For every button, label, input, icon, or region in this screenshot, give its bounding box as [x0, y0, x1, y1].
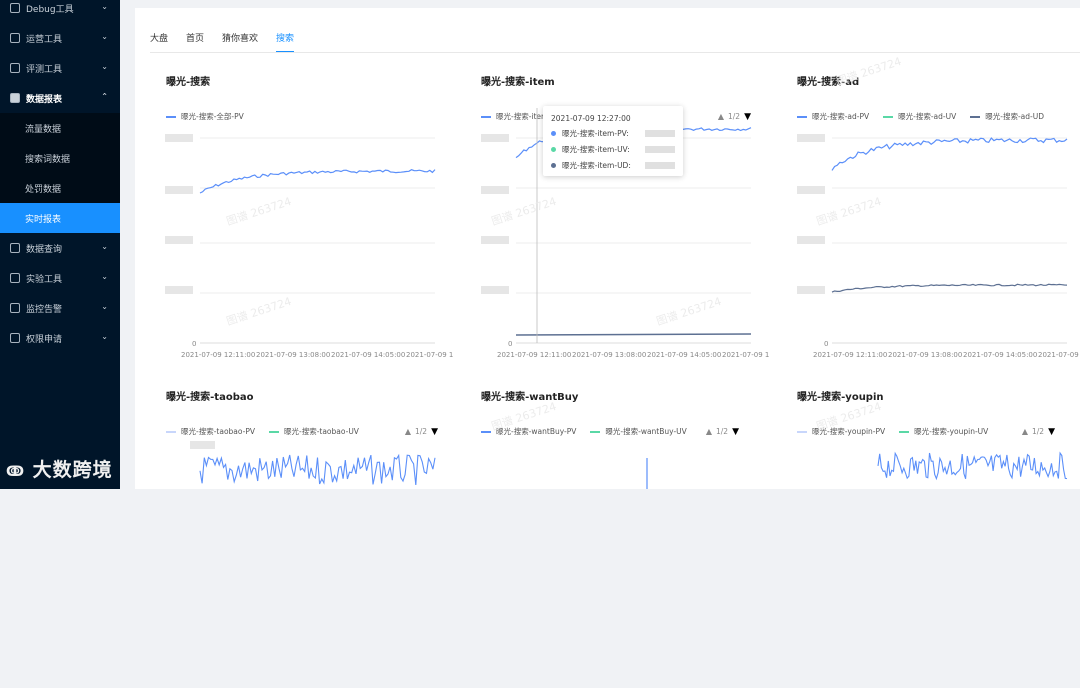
menu-permission-request[interactable]: 权限申请 ⌄ [0, 323, 120, 353]
tooltip-row: 曝光-搜索-item-PV: [551, 128, 675, 139]
submenu-penalty-data[interactable]: 处罚数据 [0, 173, 120, 203]
blurred-y-label [165, 134, 193, 142]
x-tick-label: 2021-07-09 12:11:00 [813, 351, 887, 359]
submenu-search-term-data[interactable]: 搜索词数据 [0, 143, 120, 173]
submenu-realtime-report[interactable]: 实时报表 [0, 203, 120, 233]
blurred-y-label [797, 286, 825, 294]
menu-ops-tools[interactable]: 运营工具 ⌄ [0, 23, 120, 53]
chevron-down-icon: ⌄ [101, 272, 108, 281]
submenu-label: 流量数据 [25, 124, 62, 135]
chevron-down-icon: ⌄ [101, 302, 108, 311]
blurred-y-label [165, 286, 193, 294]
x-tick-label: 2021-07-09 12:11:00 [181, 351, 255, 359]
blurred-y-label [190, 441, 215, 449]
chevron-down-icon: ⌄ [101, 32, 108, 41]
x-tick-label: 2021-07-09 13:08:00 [888, 351, 962, 359]
menu-label: 数据报表 [26, 94, 63, 105]
flask-icon [10, 273, 20, 283]
chevron-down-icon: ⌄ [101, 2, 108, 11]
query-icon [10, 243, 20, 253]
x-tick-label: 2021-07-09 1 [722, 351, 769, 359]
menu-label: 数据查询 [26, 244, 63, 255]
blurred-y-label [165, 236, 193, 244]
chevron-down-icon: ⌄ [101, 242, 108, 251]
blurred-y-label [165, 186, 193, 194]
menu-experiment-tools[interactable]: 实验工具 ⌄ [0, 263, 120, 293]
chevron-up-icon: ⌃ [101, 92, 108, 101]
chart-plots: 02021-07-09 12:11:00 2021-07-09 13:08:00 2… [165, 108, 1080, 489]
x-tick-label: 2021-07-09 1 [406, 351, 453, 359]
x-tick-label: 2021-07-09 14:05:00 [331, 351, 405, 359]
y-tick-zero: 0 [192, 340, 196, 348]
menu-debug-tools[interactable]: Debug工具 ⌄ [0, 0, 120, 23]
x-tick-label: 2021-07-09 12:11:00 [497, 351, 571, 359]
series-line-ad-ud [831, 283, 1068, 293]
tooltip-row: 曝光-搜索-item-UV: [551, 144, 675, 155]
submenu-label: 处罚数据 [25, 184, 62, 195]
monitor-icon [10, 303, 20, 313]
chevron-down-icon: ⌄ [101, 332, 108, 341]
blurred-y-label [481, 134, 509, 142]
y-tick-zero: 0 [508, 340, 512, 348]
tooltip-time: 2021-07-09 12:27:00 [551, 114, 631, 123]
x-tick-label: 2021-07-09 13:08:00 [256, 351, 330, 359]
menu-monitor-alerts[interactable]: 监控告警 ⌄ [0, 293, 120, 323]
chart-icon [10, 93, 20, 103]
series-line-taobao-pv [199, 453, 436, 486]
watermark-logo: ↂ 大数跨境 [6, 459, 113, 481]
blurred-y-label [481, 236, 509, 244]
tooltip-row: 曝光-搜索-item-UD: [551, 160, 675, 171]
submenu-label: 实时报表 [25, 214, 62, 225]
menu-data-reports[interactable]: 数据报表 ⌃ [0, 83, 120, 113]
chevron-down-icon: ⌄ [101, 62, 108, 71]
x-tick-label: 2021-07-09 1 [1038, 351, 1080, 359]
blurred-y-label [797, 236, 825, 244]
blurred-y-label [481, 186, 509, 194]
file-icon [10, 63, 20, 73]
y-tick-zero: 0 [824, 340, 828, 348]
x-tick-label: 2021-07-09 14:05:00 [963, 351, 1037, 359]
main-panel: 大盘 首页 猜你喜欢 搜索 曝光-搜索 曝光-搜索-全部-PV 曝光-搜索-it… [135, 8, 1080, 489]
menu-label: 运营工具 [26, 34, 63, 45]
lock-icon [10, 333, 20, 343]
series-line-ad-pv [831, 137, 1068, 171]
menu-label: Debug工具 [26, 4, 74, 15]
bug-icon [10, 3, 20, 13]
blurred-y-label [481, 286, 509, 294]
submenu-traffic-data[interactable]: 流量数据 [0, 113, 120, 143]
blurred-y-label [797, 134, 825, 142]
menu-eval-tools[interactable]: 评测工具 ⌄ [0, 53, 120, 83]
x-tick-label: 2021-07-09 13:08:00 [572, 351, 646, 359]
submenu-label: 搜索词数据 [25, 154, 71, 165]
x-tick-label: 2021-07-09 14:05:00 [647, 351, 721, 359]
menu-label: 监控告警 [26, 304, 63, 315]
tool-icon [10, 33, 20, 43]
menu-data-query[interactable]: 数据查询 ⌄ [0, 233, 120, 263]
chart-tooltip: 2021-07-09 12:27:00 曝光-搜索-item-PV: 曝光-搜索… [543, 106, 683, 176]
series-line-search-pv [199, 169, 436, 194]
series-line-item-ud [515, 333, 752, 336]
blurred-y-label [797, 186, 825, 194]
sidebar: Debug工具 ⌄ 运营工具 ⌄ 评测工具 ⌄ 数据报表 ⌃ 流量数据 搜索词数… [0, 0, 120, 489]
series-line-youpin-pv [877, 451, 1068, 481]
menu-label: 实验工具 [26, 274, 63, 285]
menu-label: 权限申请 [26, 334, 63, 345]
menu-label: 评测工具 [26, 64, 63, 75]
